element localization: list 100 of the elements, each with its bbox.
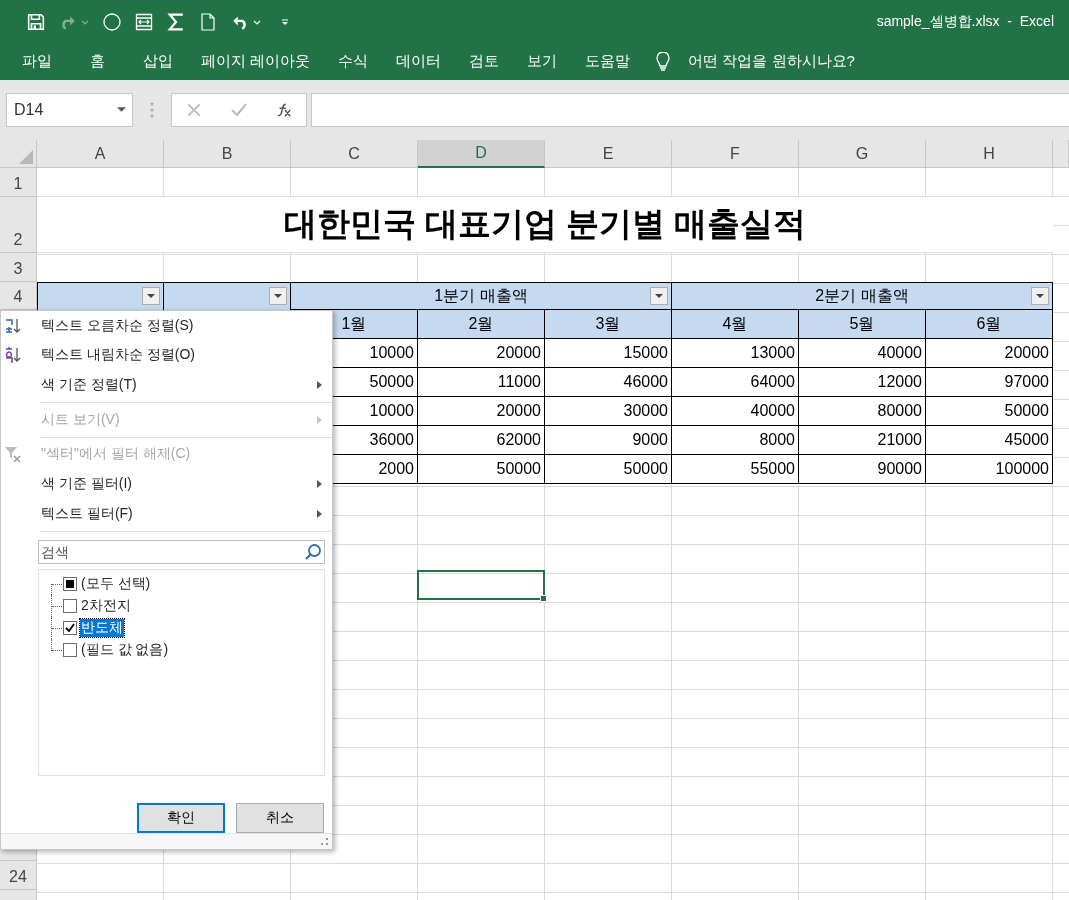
table-header-cell: 4월 — [672, 310, 799, 339]
dialog-button[interactable]: 확인 — [137, 803, 225, 834]
table-cell: 40000 — [672, 397, 799, 426]
sheet-title: 대한민국 대표기업 분기별 매출실적 — [37, 197, 1053, 253]
table-cell: 55000 — [672, 455, 799, 484]
table-cell: 20000 — [418, 397, 545, 426]
ribbon-tab[interactable]: 페이지 레이아웃 — [187, 52, 325, 71]
row-header[interactable]: 24 — [0, 861, 36, 890]
caret-icon — [655, 293, 663, 299]
table-cell: 62000 — [418, 426, 545, 455]
table-cell: 100000 — [926, 455, 1053, 484]
caret-icon — [1036, 293, 1044, 299]
menu-item-label: 텍스트 필터(F) — [41, 504, 134, 523]
column-header[interactable]: B — [164, 140, 291, 168]
filter-dropdown-button[interactable] — [1031, 287, 1049, 305]
ribbon-tab[interactable]: 데이터 — [382, 52, 456, 71]
table-cell: 46000 — [545, 368, 672, 397]
table-header-cell: 3월 — [545, 310, 672, 339]
filter-dropdown-button[interactable] — [269, 287, 287, 305]
customize-toolbar-icon[interactable] — [281, 17, 289, 26]
document-icon[interactable] — [199, 12, 217, 31]
menu-item-label: 텍스트 오름차순 정렬(S) — [41, 316, 195, 335]
caret-icon — [274, 293, 282, 299]
tell-me-search[interactable]: 어떤 작업을 원하시나요? — [688, 52, 855, 71]
table-cell: 40000 — [799, 339, 926, 368]
table-cell: 30000 — [545, 397, 672, 426]
insert-function-icon[interactable] — [275, 102, 292, 118]
table-cell: 12000 — [799, 368, 926, 397]
table-cell: 64000 — [672, 368, 799, 397]
window-title: sample_셀병합.xlsx - Excel — [876, 12, 1054, 31]
save-icon[interactable] — [27, 12, 45, 31]
table-cell: 50000 — [418, 455, 545, 484]
filter-value[interactable]: 2차전지 — [80, 596, 132, 615]
submenu-arrow-icon — [317, 509, 322, 518]
table-header-cell: 5월 — [799, 310, 926, 339]
table-cell: 11000 — [418, 368, 545, 397]
search-icon[interactable] — [304, 542, 322, 561]
menu-item-label: 색 기준 정렬(T) — [41, 376, 138, 395]
checkbox[interactable] — [63, 598, 77, 613]
menu-item-label: 시트 보기(V) — [41, 410, 121, 429]
caret-icon[interactable] — [117, 107, 126, 113]
column-header[interactable]: E — [545, 140, 672, 168]
table-cell: 90000 — [799, 455, 926, 484]
ribbon-tab[interactable]: 파일 — [8, 52, 76, 71]
column-header[interactable]: C — [291, 140, 418, 168]
menu-item-label: 색 기준 필터(I) — [41, 475, 133, 494]
table-cell: 20000 — [418, 339, 545, 368]
lightbulb-icon — [656, 51, 671, 72]
resize-grip-icon[interactable] — [321, 838, 329, 846]
formula-input[interactable] — [311, 93, 1069, 127]
search-field[interactable]: 검색 — [38, 539, 325, 564]
filter-value[interactable]: (필드 값 없음) — [80, 640, 170, 659]
menu-item-label: "섹터"에서 필터 해제(C) — [41, 445, 192, 464]
clear-filter-icon — [4, 445, 22, 464]
filter-value[interactable]: 반도체 — [80, 618, 124, 637]
sort-ascending-icon — [4, 316, 22, 335]
table-cell: 80000 — [799, 397, 926, 426]
ribbon-tab[interactable]: 도움말 — [571, 52, 645, 71]
column-header[interactable]: G — [799, 140, 926, 168]
table-cell: 9000 — [545, 426, 672, 455]
table-cell: 13000 — [672, 339, 799, 368]
sort-descending-icon — [4, 346, 22, 365]
filter-dropdown-button[interactable] — [142, 287, 160, 305]
enter-check-icon[interactable] — [231, 102, 247, 118]
filter-dropdown-button[interactable] — [650, 287, 668, 305]
checkbox[interactable] — [63, 576, 77, 591]
drag-handle-icon[interactable] — [150, 102, 154, 118]
table-cell: 50000 — [926, 397, 1053, 426]
row-header[interactable]: 1 — [0, 168, 36, 197]
table-cell: 8000 — [672, 426, 799, 455]
circle-icon[interactable] — [103, 12, 121, 31]
column-header[interactable]: D — [418, 140, 545, 168]
column-header[interactable]: F — [672, 140, 799, 168]
ribbon-tab[interactable]: 보기 — [513, 52, 572, 71]
name-box[interactable]: D14 — [6, 93, 133, 127]
filter-value[interactable]: (모두 선택) — [80, 574, 152, 593]
dialog-button[interactable]: 취소 — [236, 803, 324, 834]
sigma-icon[interactable] — [167, 12, 185, 31]
submenu-arrow-icon — [317, 381, 322, 390]
submenu-arrow-icon — [317, 480, 322, 489]
menu-item[interactable]: 텍스트 필터(F) — [1, 498, 332, 529]
column-header[interactable]: A — [37, 140, 164, 168]
ribbon-tab[interactable]: 수식 — [324, 52, 383, 71]
table-cell: 20000 — [926, 339, 1053, 368]
table-cell: 97000 — [926, 368, 1053, 397]
checkbox[interactable] — [63, 642, 77, 657]
column-header[interactable]: H — [926, 140, 1053, 168]
caret-icon — [147, 293, 155, 299]
table-icon[interactable] — [135, 12, 153, 31]
table-header-cell: 2월 — [418, 310, 545, 339]
checkbox[interactable] — [63, 620, 77, 635]
row-header[interactable]: 3 — [0, 253, 36, 282]
ribbon-tab[interactable]: 검토 — [455, 52, 514, 71]
table-cell: 45000 — [926, 426, 1053, 455]
ribbon-tab[interactable]: 홈 — [76, 52, 129, 71]
row-header[interactable]: 2 — [0, 197, 36, 253]
ribbon-tab[interactable]: 삽입 — [129, 52, 187, 71]
table-cell: 50000 — [545, 455, 672, 484]
submenu-arrow-icon — [317, 415, 322, 424]
table-cell: 21000 — [799, 426, 926, 455]
